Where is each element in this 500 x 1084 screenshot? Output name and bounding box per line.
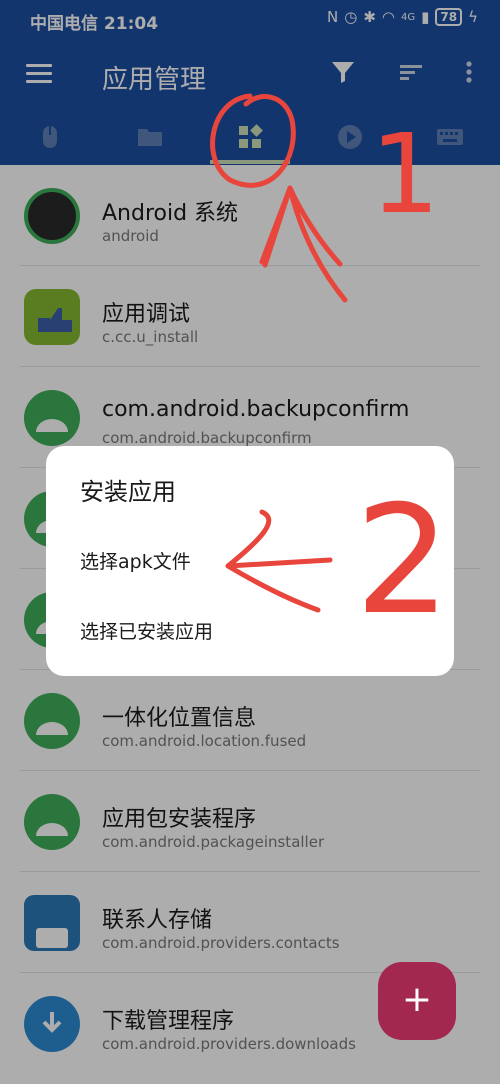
dialog-title: 安装应用	[80, 478, 176, 506]
add-fab-button[interactable]: +	[378, 962, 456, 1040]
select-apk-option[interactable]: 选择apk文件	[46, 532, 454, 592]
select-installed-app-option[interactable]: 选择已安装应用	[46, 602, 454, 662]
install-app-dialog: 安装应用 选择apk文件 选择已安装应用	[46, 446, 454, 676]
